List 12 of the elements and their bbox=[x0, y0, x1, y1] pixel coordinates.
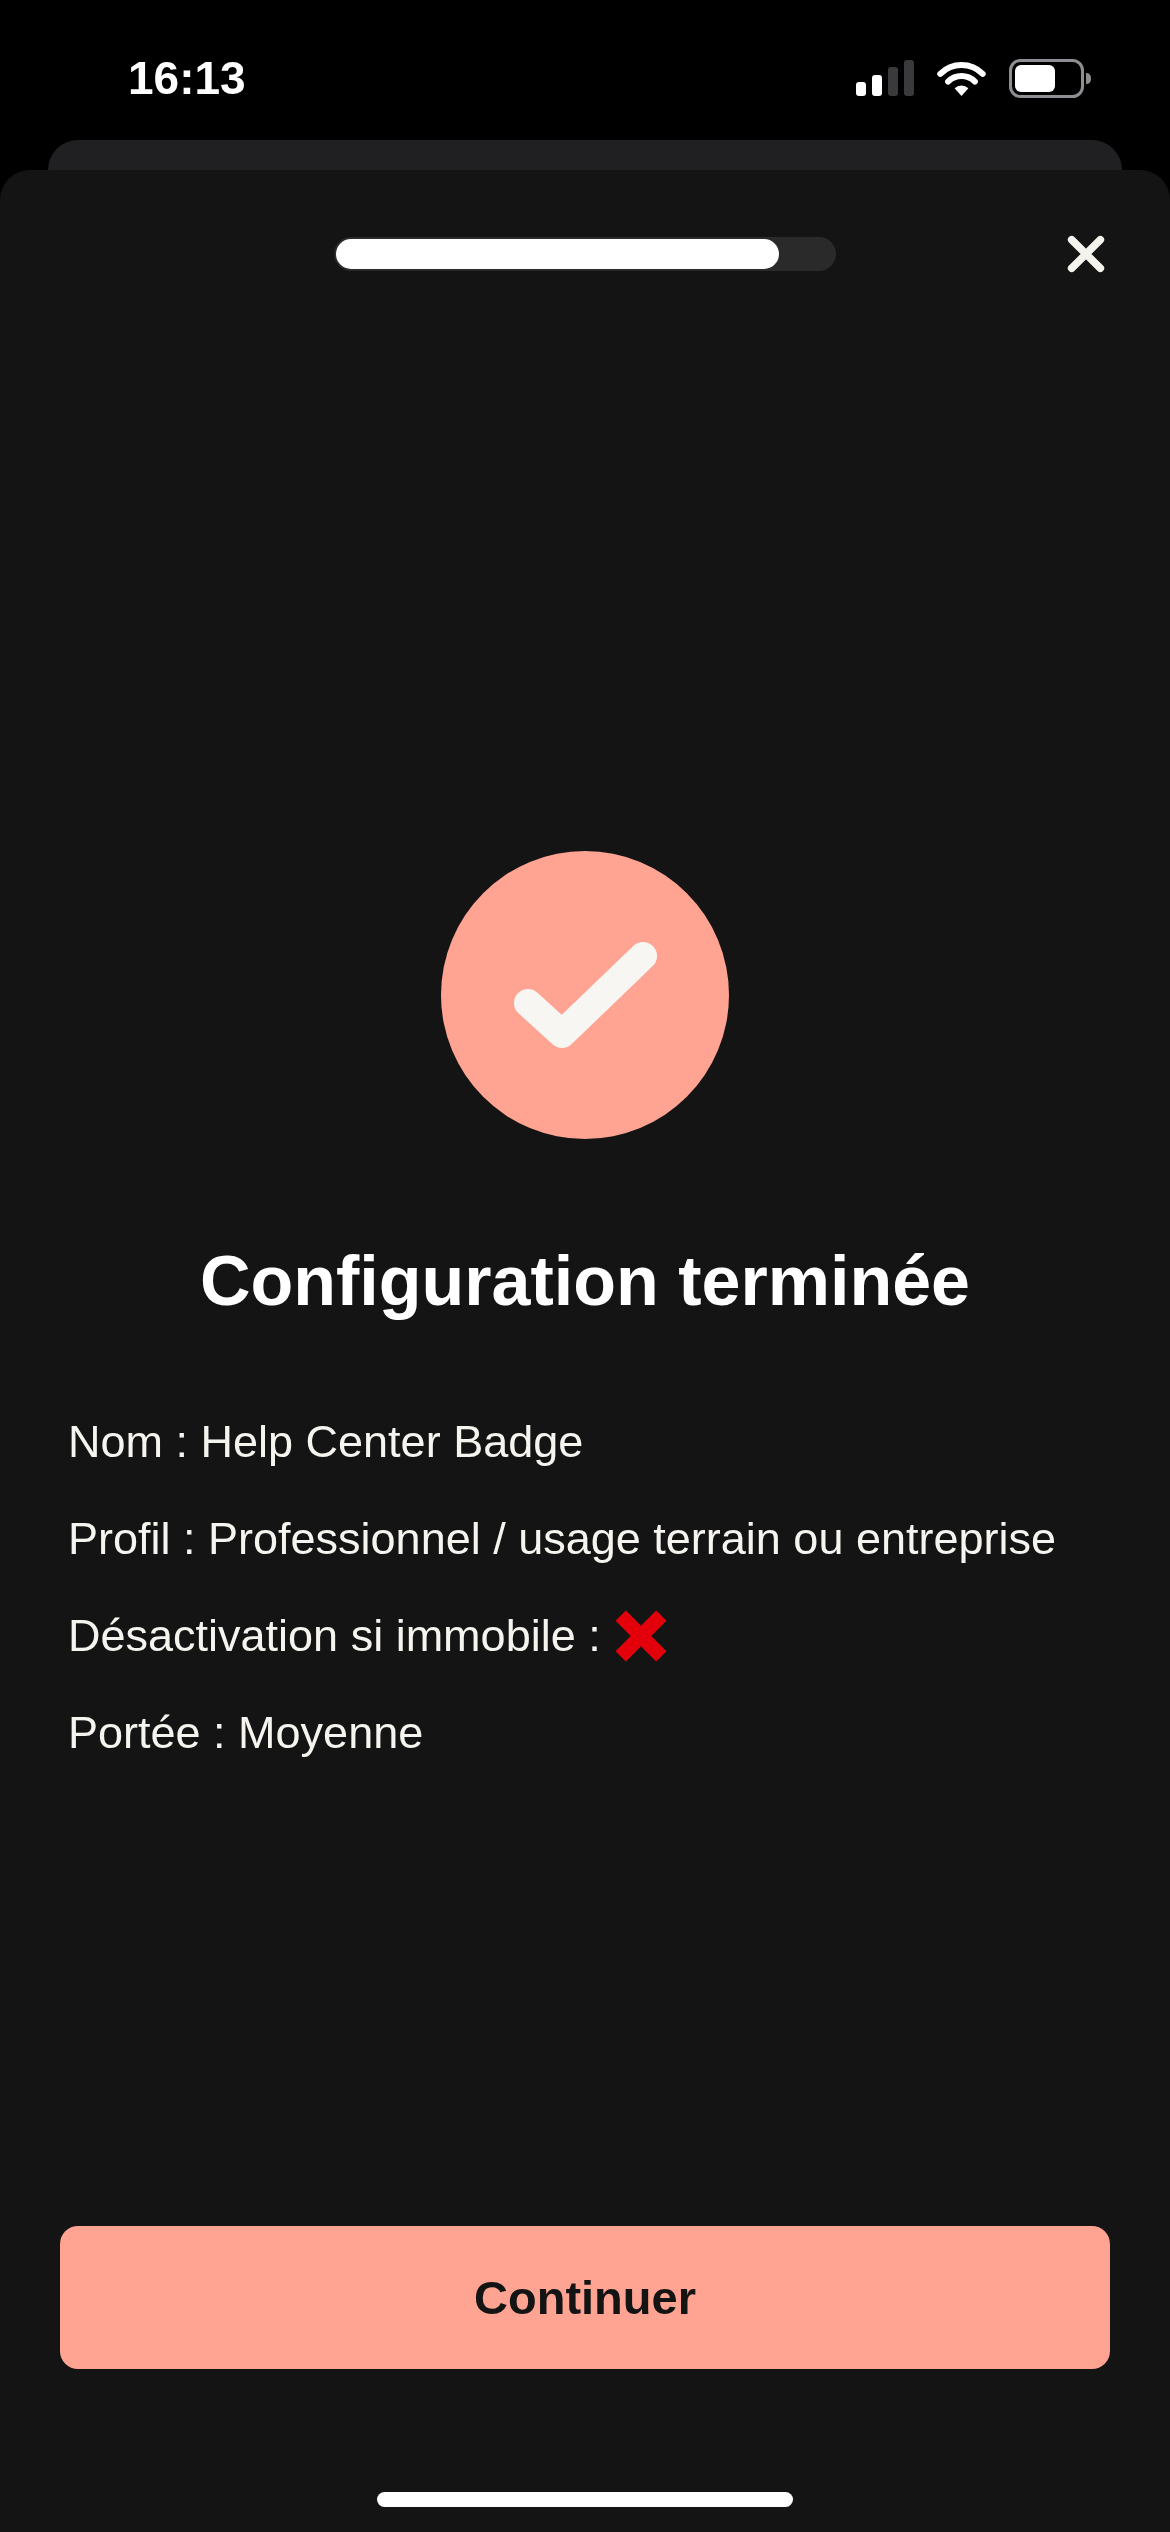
check-circle-icon bbox=[441, 851, 729, 1139]
signal-icon bbox=[856, 60, 914, 96]
summary-line: Portée : Moyenne bbox=[68, 1706, 424, 1760]
close-icon[interactable] bbox=[1065, 233, 1107, 275]
summary-line: Nom : Help Center Badge bbox=[68, 1415, 584, 1469]
summary-line: Désactivation si immobile : bbox=[68, 1609, 601, 1663]
summary-line: Profil : Professionnel / usage terrain ou entreprise bbox=[68, 1512, 1057, 1566]
continue-button[interactable]: Continuer bbox=[60, 2226, 1110, 2369]
wifi-icon bbox=[936, 59, 987, 97]
battery-icon bbox=[1009, 58, 1091, 98]
status-time: 16:13 bbox=[128, 51, 246, 106]
success-title: Configuration terminée bbox=[199, 1241, 970, 1322]
